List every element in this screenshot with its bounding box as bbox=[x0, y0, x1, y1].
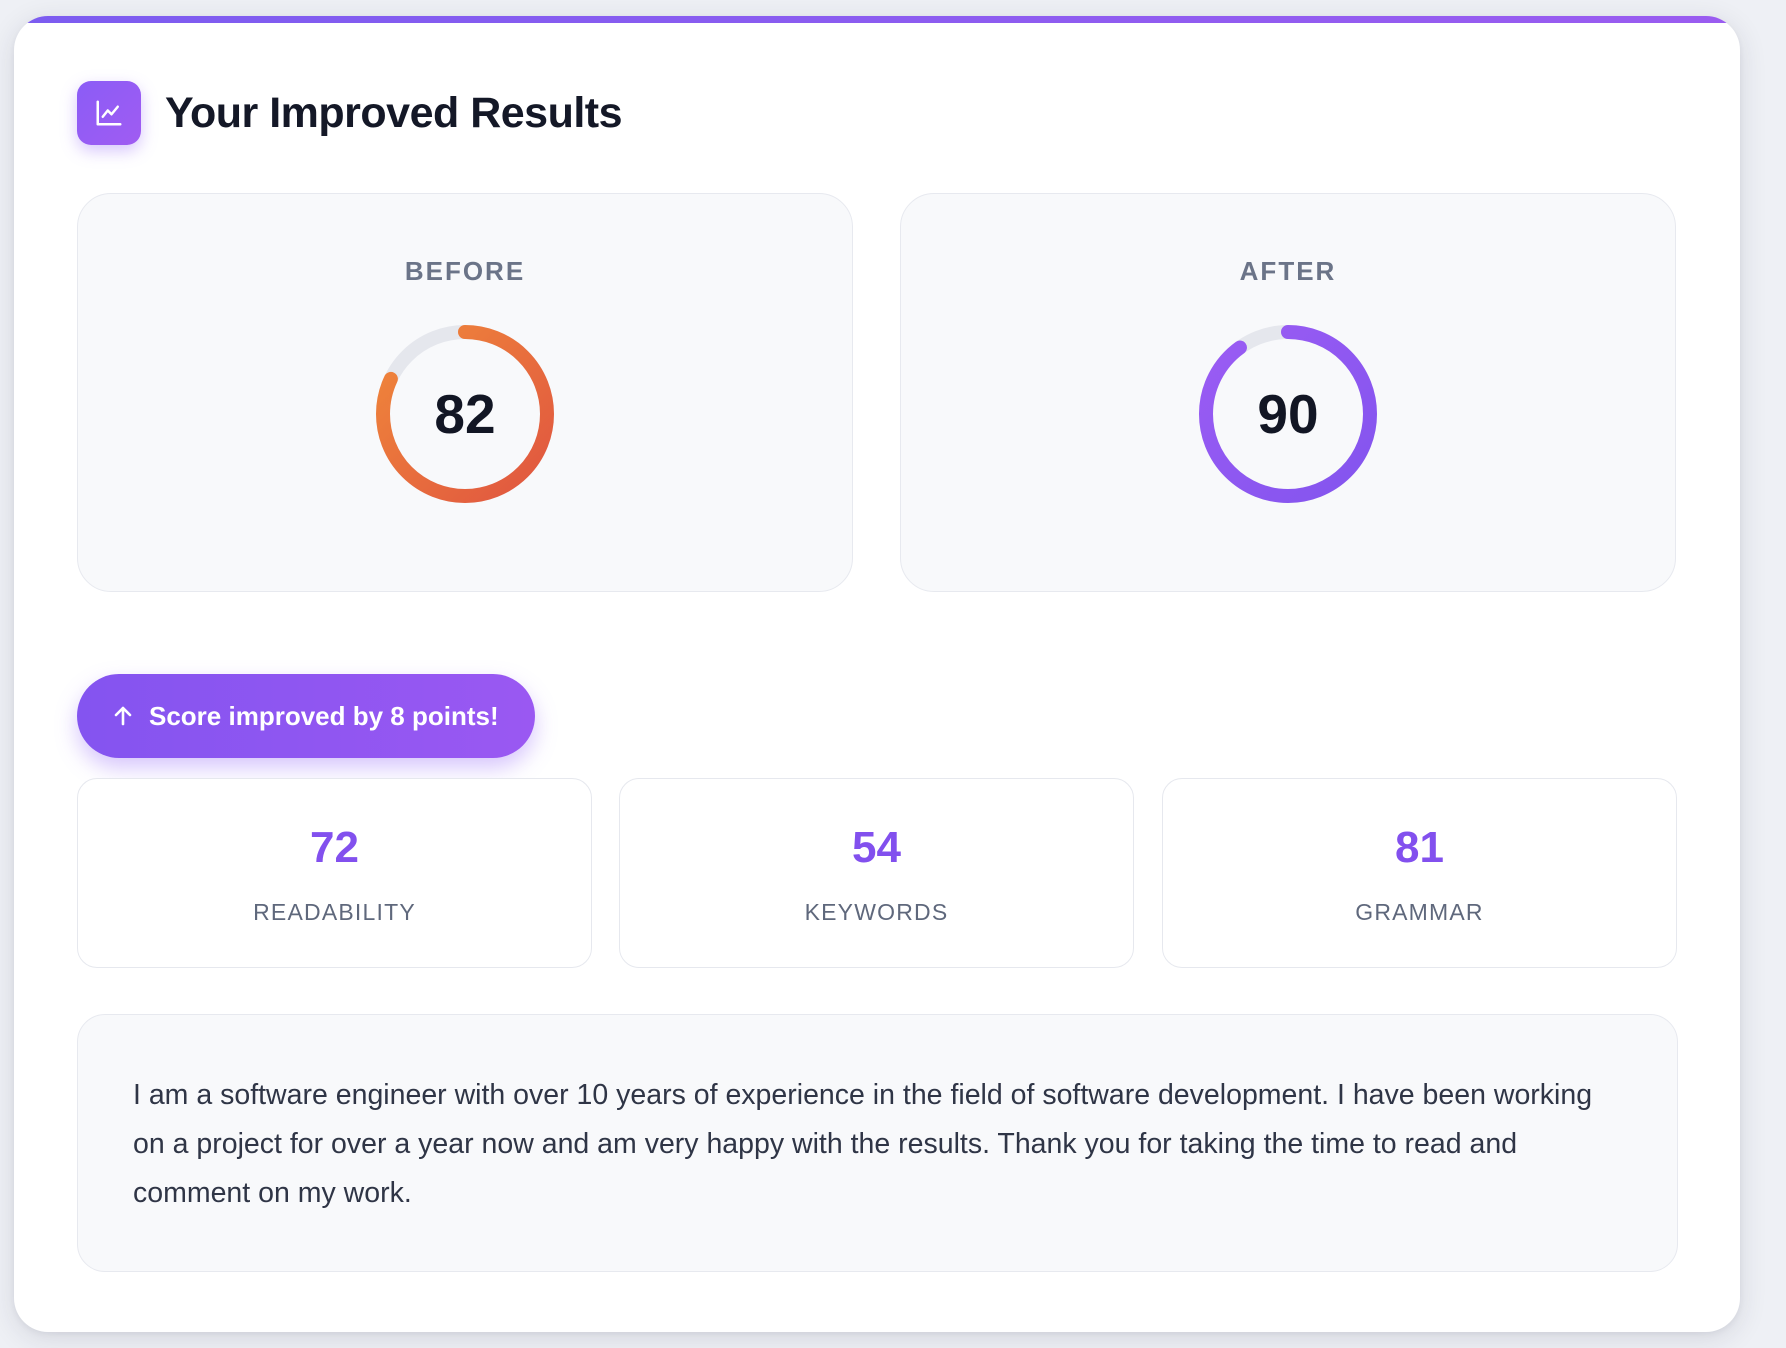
before-label: BEFORE bbox=[404, 256, 526, 286]
after-score-ring: 90 bbox=[1198, 324, 1378, 504]
before-score-panel: BEFORE 82 bbox=[77, 193, 853, 592]
metric-value: 72 bbox=[310, 823, 359, 872]
improved-text: I am a software engineer with over 10 ye… bbox=[133, 1079, 1593, 1209]
line-chart-icon bbox=[77, 81, 141, 145]
after-score-value: 90 bbox=[1257, 383, 1319, 445]
results-card: Your Improved Results BEFORE 82 AFTER 90… bbox=[14, 16, 1740, 1332]
accent-bar bbox=[14, 16, 1740, 23]
arrow-up-icon bbox=[111, 704, 135, 728]
after-label: AFTER bbox=[1239, 256, 1337, 286]
metric-value: 81 bbox=[1395, 823, 1444, 872]
metric-grammar: 81 GRAMMAR bbox=[1162, 778, 1677, 968]
metric-label: KEYWORDS bbox=[804, 899, 949, 925]
page-title: Your Improved Results bbox=[165, 88, 623, 137]
score-improved-badge[interactable]: Score improved by 8 points! bbox=[77, 674, 535, 758]
before-score-value: 82 bbox=[434, 383, 496, 445]
metric-readability: 72 READABILITY bbox=[77, 778, 592, 968]
metric-keywords: 54 KEYWORDS bbox=[619, 778, 1134, 968]
metric-value: 54 bbox=[852, 823, 901, 872]
metric-label: READABILITY bbox=[253, 899, 416, 925]
metric-label: GRAMMAR bbox=[1355, 899, 1484, 925]
score-improved-label: Score improved by 8 points! bbox=[149, 700, 499, 731]
improved-text-panel: I am a software engineer with over 10 ye… bbox=[77, 1014, 1678, 1272]
results-header: Your Improved Results bbox=[77, 81, 623, 145]
after-score-panel: AFTER 90 bbox=[900, 193, 1676, 592]
before-score-ring: 82 bbox=[375, 324, 555, 504]
